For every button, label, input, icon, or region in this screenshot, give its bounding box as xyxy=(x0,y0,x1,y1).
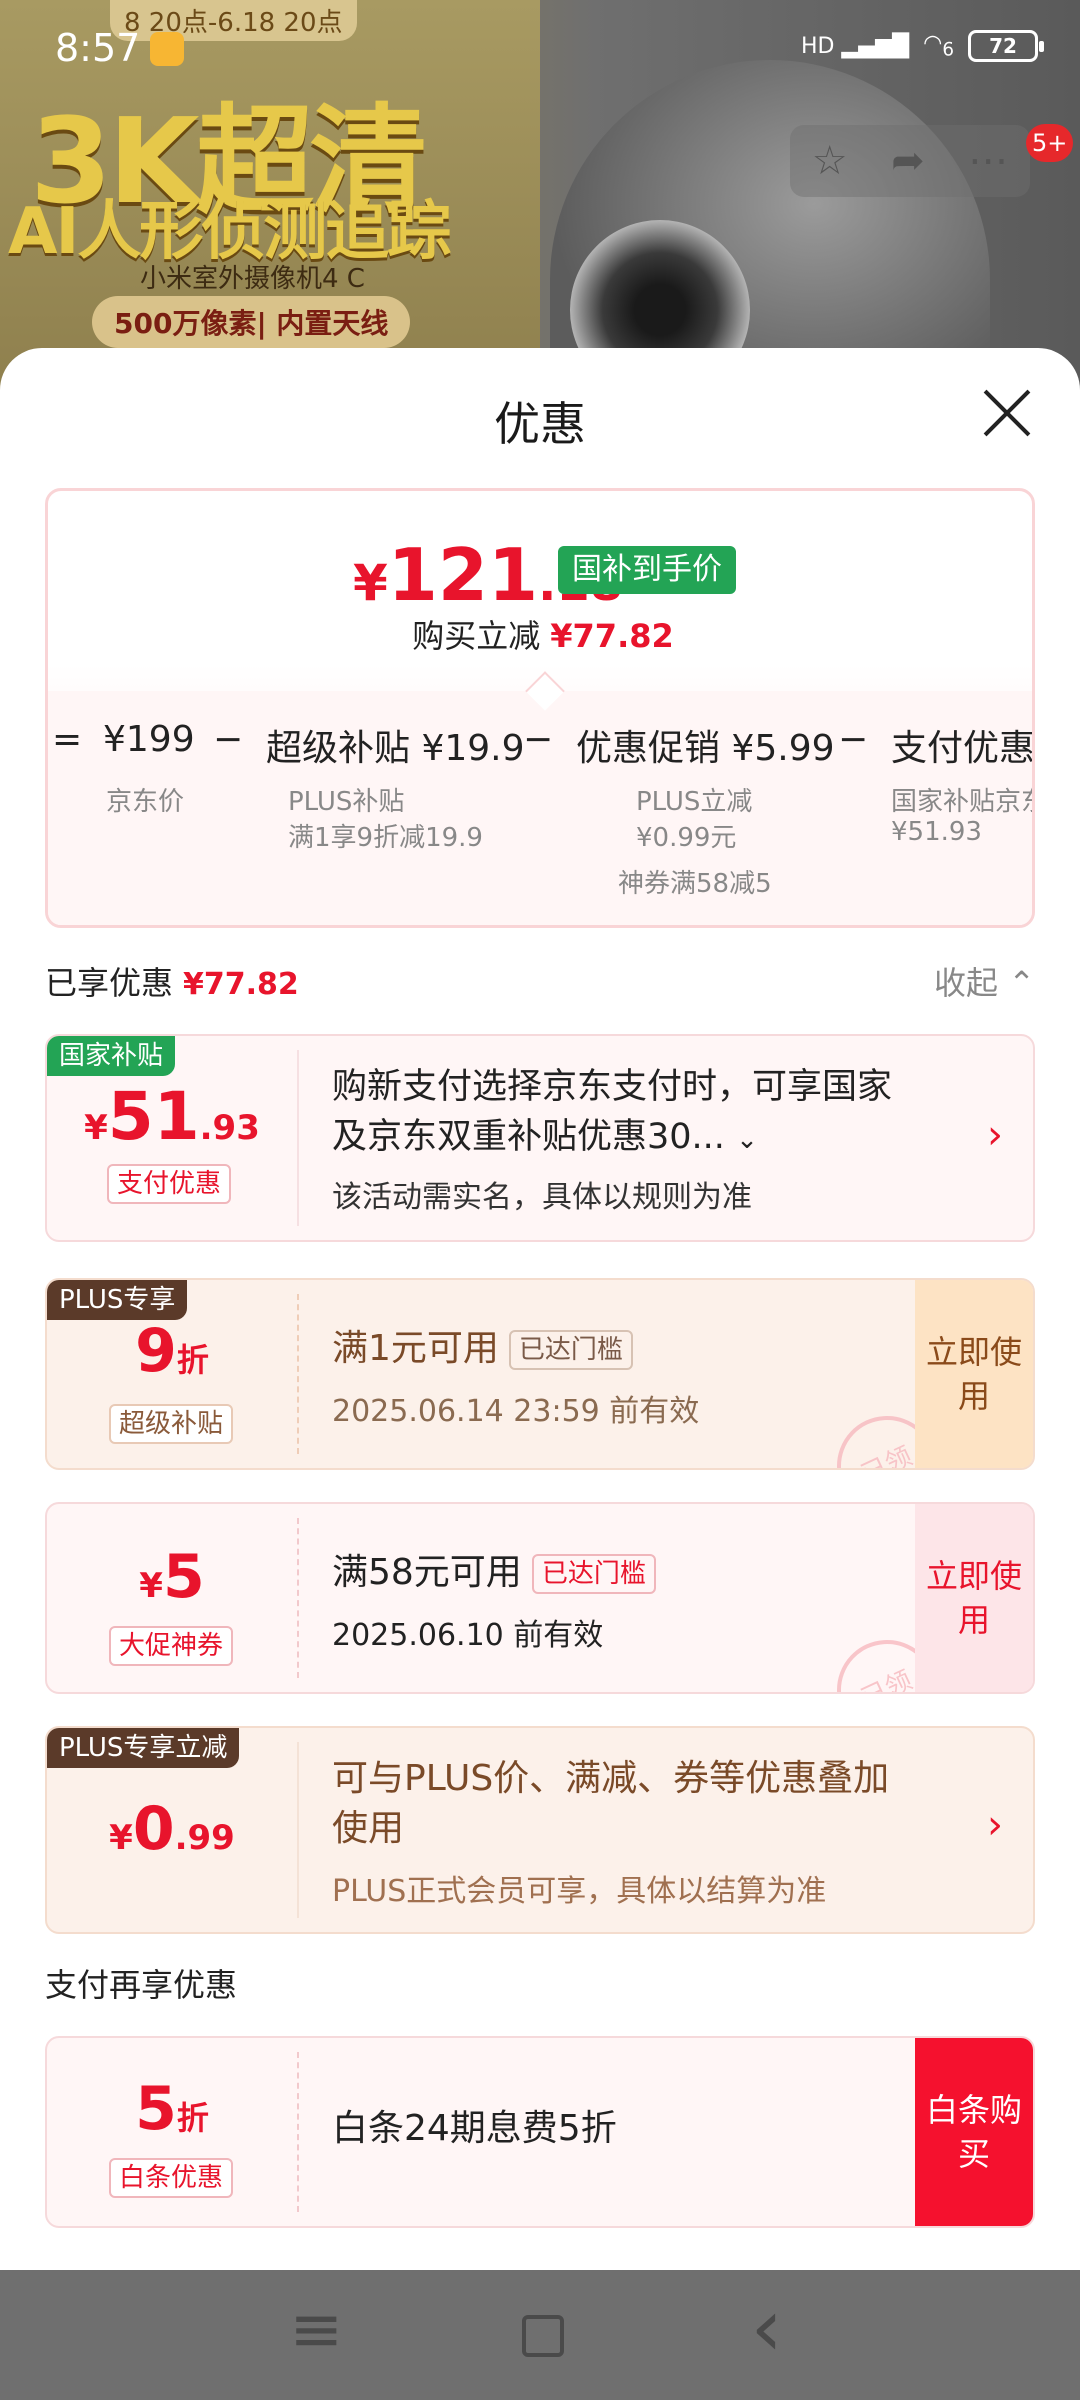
share-icon[interactable]: ➦ xyxy=(891,138,925,184)
coupon-card-plus-discount: PLUS专享 9折 超级补贴 满1元可用 已达门槛 2025.06.14 23:5… xyxy=(45,1278,1035,1470)
instant-discount-row: 购买立减 ¥77.82 xyxy=(412,617,674,655)
status-time: 8:57 xyxy=(55,26,141,70)
price-breakdown: = ¥199 京东价 − 超级补贴 ¥19.9 PLUS补贴 满1享9折减19.… xyxy=(48,691,1035,925)
more-icon[interactable]: ⋯ xyxy=(968,138,1008,184)
breakdown-plus-subsidy: PLUS补贴 xyxy=(288,787,405,817)
plus-reduce-desc-line2: 使用 xyxy=(332,1808,405,1849)
sheet-title: 优惠 xyxy=(494,397,586,451)
breakdown-jd-price-label: 京东价 xyxy=(106,787,185,817)
status-bar: 8:57 HD ▂▄▆█ ◠6 72 xyxy=(0,0,1080,100)
status-icons: HD ▂▄▆█ ◠6 72 xyxy=(800,30,1044,62)
breakdown-plus-reduce-amount: ¥0.99元 xyxy=(636,823,737,853)
plus-reduce-note: PLUS正式会员可享，具体以结算为准 xyxy=(332,1874,827,1909)
plus-reduce-corner-tag: PLUS专享立减 xyxy=(47,1728,240,1768)
back-icon[interactable] xyxy=(737,2281,797,2374)
mega-coupon-value: ¥5 xyxy=(139,1542,205,1612)
baitiao-chip: 白条优惠 xyxy=(109,2158,234,2198)
expand-chevron-icon: ⌄ xyxy=(736,1125,758,1155)
enjoyed-discount-header: 已享优惠 ¥77.82 xyxy=(45,964,299,1002)
discount-sheet: 优惠 ¥121.18 国补到手价 购买立减¥77.82 = ¥199 京东价 −… xyxy=(0,348,1080,2270)
use-now-button[interactable]: 立即使用 xyxy=(915,1504,1033,1692)
breakdown-super-subsidy: 超级补贴 ¥19.9 xyxy=(266,728,525,769)
chevron-up-icon: ⌃ xyxy=(1008,964,1035,1002)
breakdown-equals: = xyxy=(52,719,83,760)
app-notification-icon xyxy=(150,32,184,66)
menu-icon[interactable] xyxy=(283,2293,343,2367)
coupon-card-baitiao: 5折 白条优惠 白条24期息费5折 白条购买 xyxy=(45,2036,1035,2228)
breakdown-minus: − xyxy=(213,719,244,760)
mega-coupon-expiry: 2025.06.10 前有效 xyxy=(332,1618,604,1653)
banner-model: 小米室外摄像机4 C xyxy=(140,264,365,294)
hd-signal-icon: HD ▂▄▆█ xyxy=(800,33,910,59)
favorite-icon[interactable]: ☆ xyxy=(812,138,848,184)
plus-coupon-expiry: 2025.06.14 23:59 前有效 xyxy=(332,1394,700,1429)
plus-reduce-amount: ¥0.99 xyxy=(109,1794,235,1864)
chevron-right-icon[interactable]: › xyxy=(987,1112,1003,1158)
banner-badge: 500万像素| 内置天线 xyxy=(92,296,411,348)
use-now-button[interactable]: 立即使用 xyxy=(915,1280,1033,1468)
collapse-button[interactable]: 收起 ⌃ xyxy=(934,958,1035,1004)
breakdown-promotion: 优惠促销 ¥5.99 xyxy=(576,728,835,769)
super-subsidy-chip: 超级补贴 xyxy=(109,1404,234,1444)
gov-subsidy-amount: ¥51.93 xyxy=(84,1078,260,1155)
battery-icon: 72 xyxy=(968,30,1044,62)
mega-coupon-threshold: 满58元可用 已达门槛 xyxy=(332,1548,656,1598)
plus-exclusive-corner-tag: PLUS专享 xyxy=(47,1280,188,1320)
system-nav-bar xyxy=(0,2270,1080,2400)
breakdown-minus: − xyxy=(523,719,554,760)
plus-reduce-desc-line1: 可与PLUS价、满减、券等优惠叠加 xyxy=(332,1758,890,1799)
breakdown-gov-jd: 国家补贴京东 xyxy=(891,787,1035,817)
breakdown-payment: 支付优惠 ¥ xyxy=(891,728,1035,769)
mega-coupon-chip: 大促神券 xyxy=(109,1626,234,1666)
breakdown-plus-reduce: PLUS立减 xyxy=(636,787,753,817)
baitiao-buy-button[interactable]: 白条购买 xyxy=(915,2038,1033,2226)
notification-badge: 5+ xyxy=(1026,124,1074,162)
breakdown-plus-subsidy-detail: 满1享9折减19.9 xyxy=(288,823,483,853)
coupon-card-plus-reduce[interactable]: PLUS专享立减 ¥0.99 可与PLUS价、满减、券等优惠叠加 使用 PLUS… xyxy=(45,1726,1035,1934)
gov-subsidy-desc-line2[interactable]: 及京东双重补贴优惠30... ⌄ xyxy=(332,1112,758,1165)
close-button[interactable] xyxy=(982,388,1032,438)
home-icon[interactable] xyxy=(510,2305,570,2365)
gov-subsidy-desc-line1: 购新支付选择京东支付时，可享国家 xyxy=(332,1067,893,1107)
gov-subsidy-note: 该活动需实名，具体以规则为准 xyxy=(332,1180,752,1215)
breakdown-gov-jd-amount: ¥51.93 xyxy=(891,817,982,847)
gov-subsidy-corner-tag: 国家补贴 xyxy=(47,1036,176,1076)
breakdown-jd-price: ¥199 xyxy=(103,719,195,760)
top-action-bar: ☆ ➦ ⋯ xyxy=(790,125,1030,197)
wifi-icon: ◠6 xyxy=(923,31,954,61)
coupon-card-gov-subsidy[interactable]: 国家补贴 ¥51.93 支付优惠 购新支付选择京东支付时，可享国家 及京东双重补… xyxy=(45,1034,1035,1242)
baitiao-desc: 白条24期息费5折 xyxy=(332,2108,617,2149)
coupon-card-mega-coupon: ¥5 大促神券 满58元可用 已达门槛 2025.06.10 前有效 已领 立即使… xyxy=(45,1502,1035,1694)
gov-subsidy-tag: 国补到手价 xyxy=(558,546,736,594)
pay-section-header: 支付再享优惠 xyxy=(45,1966,238,2004)
plus-coupon-threshold: 满1元可用 已达门槛 xyxy=(332,1324,633,1374)
plus-discount-value: 9折 xyxy=(135,1316,209,1386)
baitiao-discount-value: 5折 xyxy=(135,2074,209,2144)
breakdown-coupon: 神券满58减5 xyxy=(618,869,772,899)
payment-discount-chip: 支付优惠 xyxy=(107,1164,232,1204)
price-summary-card: ¥121.18 国补到手价 购买立减¥77.82 = ¥199 京东价 − 超级… xyxy=(45,488,1035,928)
chevron-right-icon[interactable]: › xyxy=(987,1802,1003,1848)
breakdown-minus: − xyxy=(838,719,869,760)
